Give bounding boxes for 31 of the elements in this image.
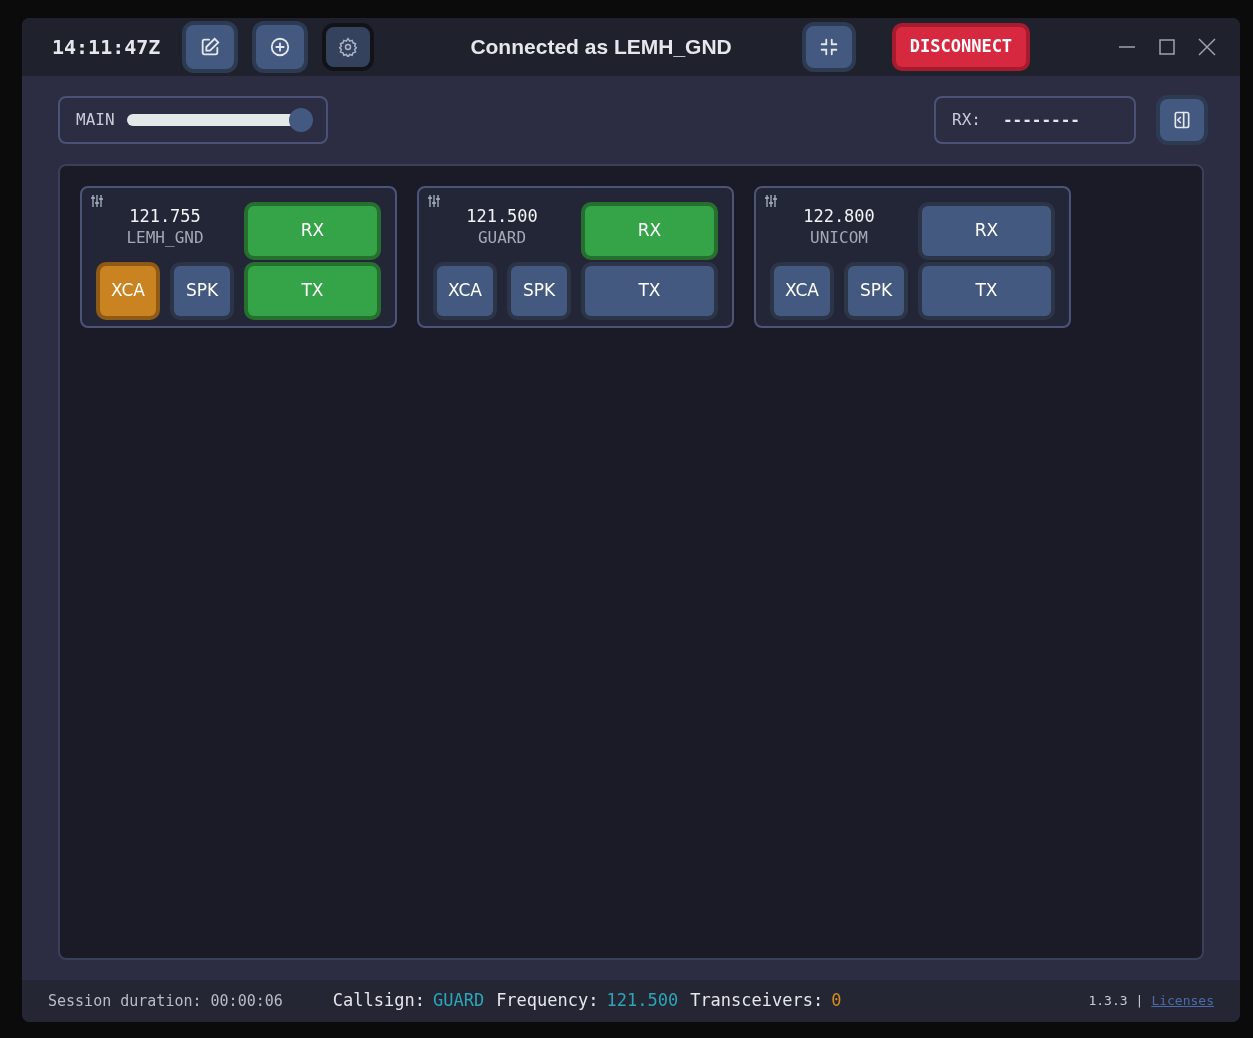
clock: 14:11:47Z	[52, 34, 161, 61]
frequency-label: Frequency:	[496, 989, 599, 1013]
edit-icon	[199, 36, 222, 58]
mixer-icon[interactable]	[90, 194, 104, 208]
volume-slider[interactable]	[126, 108, 310, 132]
callsign-text: LEMH_GND	[126, 227, 204, 248]
close-icon[interactable]	[1198, 38, 1216, 56]
maximize-icon[interactable]	[1158, 38, 1176, 56]
frequency-text: 122.800	[803, 206, 875, 228]
callsign-text: UNICOM	[810, 227, 868, 248]
version-text: 1.3.3	[1088, 992, 1128, 1011]
frequency-text: 121.500	[466, 206, 538, 228]
panel-icon	[1172, 110, 1192, 130]
transceivers-value: 0	[831, 989, 842, 1013]
frequency-text: 121.755	[129, 206, 201, 228]
rx-value: --------	[1002, 109, 1080, 131]
volume-label: MAIN	[76, 109, 115, 131]
mixer-icon[interactable]	[764, 194, 778, 208]
connection-status: Connected as LEMH_GND	[470, 34, 732, 61]
rx-label: RX:	[952, 109, 981, 131]
mixer-icon[interactable]	[427, 194, 441, 208]
callsign-text: GUARD	[477, 227, 527, 248]
slider-thumb[interactable]	[288, 108, 313, 132]
plus-circle-icon	[269, 36, 292, 58]
settings-icon	[338, 37, 359, 57]
callsign-label: Callsign:	[332, 989, 425, 1013]
session-duration: Session duration: 00:00:06	[48, 990, 283, 1012]
callsign-value: GUARD	[432, 989, 485, 1013]
transceivers-label: Transceivers:	[690, 989, 824, 1013]
separator: |	[1135, 992, 1144, 1011]
frequency-value: 121.500	[606, 989, 679, 1013]
